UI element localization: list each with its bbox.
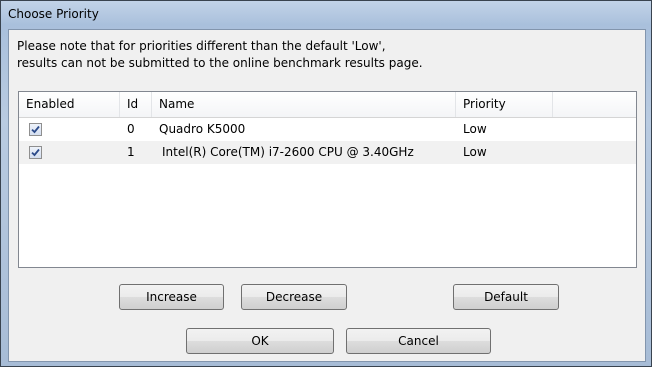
priority-notice: Please note that for priorities differen… xyxy=(17,38,617,72)
column-header-priority[interactable]: Priority xyxy=(456,92,553,117)
row-id: 0 xyxy=(127,122,135,136)
row-name: Quadro K5000 xyxy=(159,122,246,136)
checkmark-icon xyxy=(31,148,40,157)
notice-line-2: results can not be submitted to the onli… xyxy=(17,56,423,70)
column-header-filler xyxy=(553,92,636,117)
row-priority: Low xyxy=(463,122,487,136)
list-header: Enabled Id Name Priority xyxy=(19,92,636,118)
row-name: Intel(R) Core(TM) i7-2600 CPU @ 3.40GHz xyxy=(162,145,414,159)
table-row[interactable]: 0 Quadro K5000 Low xyxy=(19,118,636,141)
choose-priority-dialog: Choose Priority Please note that for pri… xyxy=(0,0,652,367)
ok-button[interactable]: OK xyxy=(186,328,334,354)
enabled-checkbox[interactable] xyxy=(29,123,42,136)
dialog-body: Please note that for priorities differen… xyxy=(8,29,646,362)
window-title: Choose Priority xyxy=(8,7,99,21)
notice-line-1: Please note that for priorities differen… xyxy=(17,39,386,53)
row-priority: Low xyxy=(463,145,487,159)
column-header-id[interactable]: Id xyxy=(120,92,152,117)
default-button[interactable]: Default xyxy=(453,284,559,310)
cancel-button[interactable]: Cancel xyxy=(346,328,491,354)
checkmark-icon xyxy=(31,125,40,134)
device-list[interactable]: Enabled Id Name Priority 0 Quadro K5000 … xyxy=(18,91,637,268)
decrease-button[interactable]: Decrease xyxy=(241,284,347,310)
column-header-enabled[interactable]: Enabled xyxy=(19,92,120,117)
row-id: 1 xyxy=(127,145,135,159)
enabled-checkbox[interactable] xyxy=(29,146,42,159)
title-bar[interactable]: Choose Priority xyxy=(1,1,651,28)
column-header-name[interactable]: Name xyxy=(152,92,456,117)
table-row[interactable]: 1 Intel(R) Core(TM) i7-2600 CPU @ 3.40GH… xyxy=(19,141,636,164)
increase-button[interactable]: Increase xyxy=(119,284,224,310)
